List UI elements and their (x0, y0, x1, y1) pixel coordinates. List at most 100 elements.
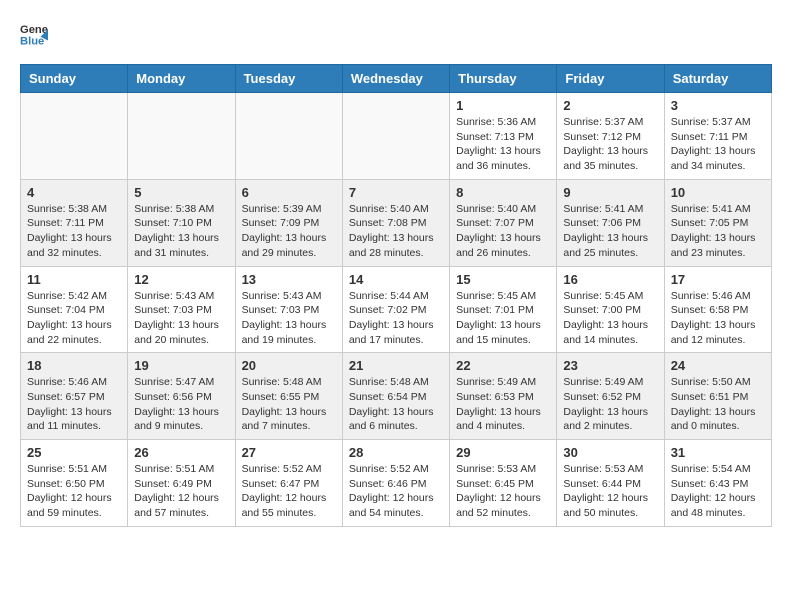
calendar-header-thursday: Thursday (450, 65, 557, 93)
day-number: 1 (456, 98, 550, 113)
day-number: 11 (27, 272, 121, 287)
calendar-cell: 11 Sunrise: 5:42 AM Sunset: 7:04 PM Dayli… (21, 266, 128, 353)
header: General Blue (20, 20, 772, 48)
day-info: Sunrise: 5:41 AM Sunset: 7:06 PM Dayligh… (563, 202, 657, 261)
calendar-cell: 17 Sunrise: 5:46 AM Sunset: 6:58 PM Dayli… (664, 266, 771, 353)
calendar-cell: 1 Sunrise: 5:36 AM Sunset: 7:13 PM Daylig… (450, 93, 557, 180)
day-info: Sunrise: 5:46 AM Sunset: 6:58 PM Dayligh… (671, 289, 765, 348)
day-number: 12 (134, 272, 228, 287)
day-info: Sunrise: 5:52 AM Sunset: 6:47 PM Dayligh… (242, 462, 336, 521)
day-number: 8 (456, 185, 550, 200)
day-info: Sunrise: 5:38 AM Sunset: 7:11 PM Dayligh… (27, 202, 121, 261)
day-number: 26 (134, 445, 228, 460)
calendar-header-row: SundayMondayTuesdayWednesdayThursdayFrid… (21, 65, 772, 93)
calendar-week-2: 4 Sunrise: 5:38 AM Sunset: 7:11 PM Daylig… (21, 179, 772, 266)
day-info: Sunrise: 5:46 AM Sunset: 6:57 PM Dayligh… (27, 375, 121, 434)
calendar-cell: 20 Sunrise: 5:48 AM Sunset: 6:55 PM Dayli… (235, 353, 342, 440)
calendar-cell: 31 Sunrise: 5:54 AM Sunset: 6:43 PM Dayli… (664, 440, 771, 527)
calendar-header-wednesday: Wednesday (342, 65, 449, 93)
day-info: Sunrise: 5:47 AM Sunset: 6:56 PM Dayligh… (134, 375, 228, 434)
calendar-cell: 10 Sunrise: 5:41 AM Sunset: 7:05 PM Dayli… (664, 179, 771, 266)
day-info: Sunrise: 5:48 AM Sunset: 6:54 PM Dayligh… (349, 375, 443, 434)
calendar-header-tuesday: Tuesday (235, 65, 342, 93)
calendar-cell: 15Sunrise: 5:45 AM Sunset: 7:01 PM Dayli… (450, 266, 557, 353)
calendar-cell: 12 Sunrise: 5:43 AM Sunset: 7:03 PM Dayli… (128, 266, 235, 353)
day-info: Sunrise: 5:49 AM Sunset: 6:52 PM Dayligh… (563, 375, 657, 434)
day-number: 10 (671, 185, 765, 200)
calendar-cell: 14 Sunrise: 5:44 AM Sunset: 7:02 PM Dayli… (342, 266, 449, 353)
calendar-cell: 8 Sunrise: 5:40 AM Sunset: 7:07 PM Daylig… (450, 179, 557, 266)
calendar-week-1: 1 Sunrise: 5:36 AM Sunset: 7:13 PM Daylig… (21, 93, 772, 180)
day-info: Sunrise: 5:44 AM Sunset: 7:02 PM Dayligh… (349, 289, 443, 348)
day-info: Sunrise: 5:54 AM Sunset: 6:43 PM Dayligh… (671, 462, 765, 521)
day-info: Sunrise: 5:37 AM Sunset: 7:11 PM Dayligh… (671, 115, 765, 174)
calendar-cell: 7 Sunrise: 5:40 AM Sunset: 7:08 PM Daylig… (342, 179, 449, 266)
day-number: 20 (242, 358, 336, 373)
logo: General Blue (20, 20, 52, 48)
day-info: Sunrise: 5:43 AM Sunset: 7:03 PM Dayligh… (134, 289, 228, 348)
calendar-header-sunday: Sunday (21, 65, 128, 93)
day-number: 16 (563, 272, 657, 287)
day-number: 31 (671, 445, 765, 460)
day-number: 17 (671, 272, 765, 287)
day-info: Sunrise: 5:52 AM Sunset: 6:46 PM Dayligh… (349, 462, 443, 521)
day-number: 7 (349, 185, 443, 200)
calendar-cell: 27Sunrise: 5:52 AM Sunset: 6:47 PM Dayli… (235, 440, 342, 527)
calendar-cell: 23 Sunrise: 5:49 AM Sunset: 6:52 PM Dayli… (557, 353, 664, 440)
calendar-cell: 26Sunrise: 5:51 AM Sunset: 6:49 PM Dayli… (128, 440, 235, 527)
calendar-cell: 25 Sunrise: 5:51 AM Sunset: 6:50 PM Dayli… (21, 440, 128, 527)
calendar-cell: 3Sunrise: 5:37 AM Sunset: 7:11 PM Daylig… (664, 93, 771, 180)
day-info: Sunrise: 5:42 AM Sunset: 7:04 PM Dayligh… (27, 289, 121, 348)
day-info: Sunrise: 5:43 AM Sunset: 7:03 PM Dayligh… (242, 289, 336, 348)
day-number: 25 (27, 445, 121, 460)
day-info: Sunrise: 5:49 AM Sunset: 6:53 PM Dayligh… (456, 375, 550, 434)
day-info: Sunrise: 5:38 AM Sunset: 7:10 PM Dayligh… (134, 202, 228, 261)
calendar-cell: 9 Sunrise: 5:41 AM Sunset: 7:06 PM Daylig… (557, 179, 664, 266)
day-number: 19 (134, 358, 228, 373)
day-info: Sunrise: 5:41 AM Sunset: 7:05 PM Dayligh… (671, 202, 765, 261)
calendar-cell: 13 Sunrise: 5:43 AM Sunset: 7:03 PM Dayli… (235, 266, 342, 353)
day-info: Sunrise: 5:51 AM Sunset: 6:50 PM Dayligh… (27, 462, 121, 521)
logo-icon: General Blue (20, 20, 48, 48)
calendar-cell (128, 93, 235, 180)
calendar-week-5: 25 Sunrise: 5:51 AM Sunset: 6:50 PM Dayli… (21, 440, 772, 527)
calendar-cell (342, 93, 449, 180)
calendar-cell: 24 Sunrise: 5:50 AM Sunset: 6:51 PM Dayli… (664, 353, 771, 440)
day-number: 18 (27, 358, 121, 373)
day-number: 4 (27, 185, 121, 200)
calendar-cell: 2 Sunrise: 5:37 AM Sunset: 7:12 PM Daylig… (557, 93, 664, 180)
day-number: 22 (456, 358, 550, 373)
svg-text:Blue: Blue (20, 35, 44, 47)
day-number: 5 (134, 185, 228, 200)
day-number: 23 (563, 358, 657, 373)
day-number: 9 (563, 185, 657, 200)
day-info: Sunrise: 5:48 AM Sunset: 6:55 PM Dayligh… (242, 375, 336, 434)
day-number: 13 (242, 272, 336, 287)
calendar-header-saturday: Saturday (664, 65, 771, 93)
day-info: Sunrise: 5:53 AM Sunset: 6:45 PM Dayligh… (456, 462, 550, 521)
day-number: 24 (671, 358, 765, 373)
day-number: 21 (349, 358, 443, 373)
calendar-cell (235, 93, 342, 180)
calendar-header-monday: Monday (128, 65, 235, 93)
day-number: 14 (349, 272, 443, 287)
day-info: Sunrise: 5:50 AM Sunset: 6:51 PM Dayligh… (671, 375, 765, 434)
day-number: 30 (563, 445, 657, 460)
day-info: Sunrise: 5:40 AM Sunset: 7:07 PM Dayligh… (456, 202, 550, 261)
day-number: 28 (349, 445, 443, 460)
day-info: Sunrise: 5:40 AM Sunset: 7:08 PM Dayligh… (349, 202, 443, 261)
day-info: Sunrise: 5:37 AM Sunset: 7:12 PM Dayligh… (563, 115, 657, 174)
day-info: Sunrise: 5:39 AM Sunset: 7:09 PM Dayligh… (242, 202, 336, 261)
day-info: Sunrise: 5:53 AM Sunset: 6:44 PM Dayligh… (563, 462, 657, 521)
day-number: 15 (456, 272, 550, 287)
calendar-cell: 21 Sunrise: 5:48 AM Sunset: 6:54 PM Dayli… (342, 353, 449, 440)
calendar-cell: 18 Sunrise: 5:46 AM Sunset: 6:57 PM Dayli… (21, 353, 128, 440)
day-number: 2 (563, 98, 657, 113)
calendar-header-friday: Friday (557, 65, 664, 93)
day-number: 6 (242, 185, 336, 200)
day-info: Sunrise: 5:36 AM Sunset: 7:13 PM Dayligh… (456, 115, 550, 174)
calendar-cell: 6 Sunrise: 5:39 AM Sunset: 7:09 PM Daylig… (235, 179, 342, 266)
calendar-cell: 22 Sunrise: 5:49 AM Sunset: 6:53 PM Dayli… (450, 353, 557, 440)
calendar-cell (21, 93, 128, 180)
calendar-cell: 30 Sunrise: 5:53 AM Sunset: 6:44 PM Dayli… (557, 440, 664, 527)
